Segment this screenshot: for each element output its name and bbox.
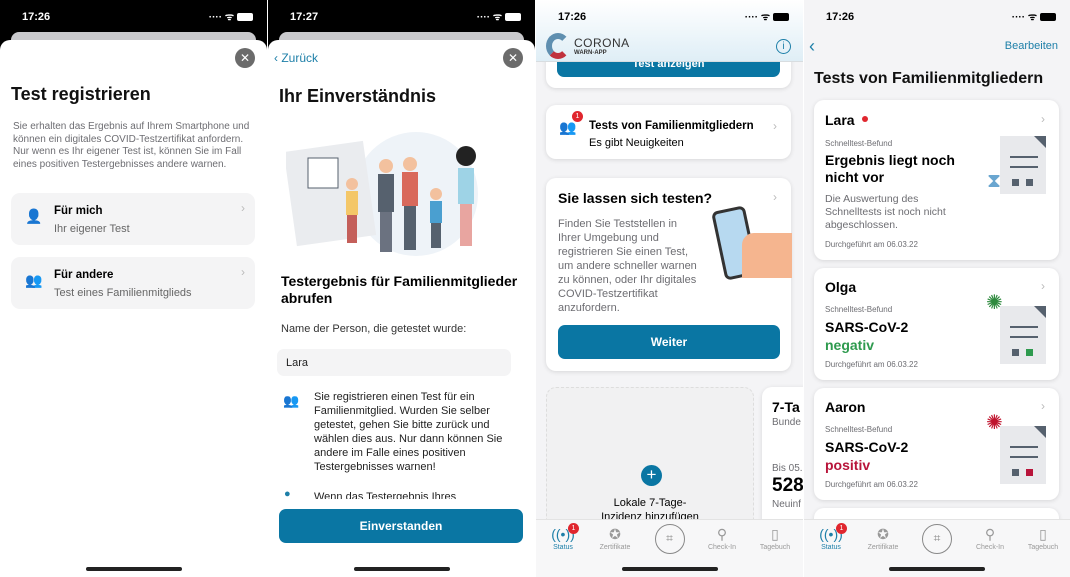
book-icon: ▯: [1039, 526, 1047, 542]
family-illustration: [286, 132, 478, 256]
person-icon: 👤: [25, 208, 43, 224]
scan-qr-button[interactable]: ⌗: [654, 524, 685, 554]
signal-wifi-battery-icon: ···· ᯤ: [477, 9, 521, 23]
tab-zertifikate[interactable]: ✪ Zertifikate: [590, 526, 640, 551]
group-icon: 👥: [283, 393, 300, 408]
page-title: Ihr Einverständnis: [279, 86, 437, 106]
incidence-card[interactable]: 7-Ta Bunde Bis 05. 528 Neuinf: [762, 387, 803, 537]
chevron-right-icon: ›: [773, 119, 777, 133]
tab-check-in[interactable]: ⚲ Check-In: [697, 526, 747, 551]
status-bar: 17:26 ···· ᯤ: [804, 0, 1070, 34]
chevron-right-icon: ›: [241, 201, 245, 215]
home-indicator: [353, 567, 450, 571]
result-positiv: positiv: [825, 457, 871, 473]
option-fuer-andere[interactable]: 👥 Für andere Test eines Familienmitglied…: [11, 257, 255, 309]
edit-button[interactable]: Bearbeiten: [1005, 40, 1058, 52]
test-card-lara[interactable]: Lara › Schnelltest-Befund Ergebnis liegt…: [814, 100, 1059, 260]
unread-dot: [862, 116, 868, 122]
chevron-right-icon: ›: [241, 265, 245, 279]
notification-badge: 1: [836, 523, 847, 534]
tab-bar: ((•)) Status 1 ✪ Zertifikate ⌗ ⚲ Check-In ▯…: [536, 519, 803, 577]
virus-icon: ✺: [986, 412, 1003, 434]
tab-tagebuch[interactable]: ▯ Tagebuch: [1018, 526, 1068, 551]
person-icon: ●: [284, 488, 291, 500]
status-icon: ((•)): [551, 526, 575, 542]
tab-tagebuch[interactable]: ▯ Tagebuch: [750, 526, 800, 551]
location-pin-icon: ⚲: [984, 526, 996, 542]
add-local-incidence-card[interactable]: + Lokale 7-Tage-Inzidenz hinzufügen: [546, 387, 754, 537]
section-title: Testergebnis für Familienmitglieder abru…: [281, 273, 518, 306]
document-icon: [1000, 426, 1046, 484]
chevron-right-icon: ›: [1041, 279, 1045, 293]
status-bar: 17:26 ···· ᯤ: [536, 0, 803, 34]
description: Sie erhalten das Ergebnis auf Ihrem Smar…: [13, 121, 250, 170]
certificate-icon: ✪: [877, 526, 889, 542]
tab-check-in[interactable]: ⚲ Check-In: [965, 526, 1015, 551]
option-fuer-mich[interactable]: 👤 Für mich Ihr eigener Test ›: [11, 193, 255, 245]
home-indicator: [889, 567, 985, 571]
name-label: Name der Person, die getestet wurde:: [281, 323, 467, 335]
app-logo: [546, 33, 570, 59]
einverstanden-button[interactable]: Einverstanden: [279, 509, 523, 543]
virus-icon: ✺: [986, 292, 1003, 314]
status-bar: 17:27 ···· ᯤ: [268, 0, 535, 34]
test-info-card[interactable]: Sie lassen sich testen? › Finden Sie Tes…: [546, 178, 792, 371]
tab-status[interactable]: ((•)) Status: [806, 526, 856, 551]
info-text: Sie registrieren einen Test für ein Fami…: [314, 391, 503, 473]
notification-badge: 1: [568, 523, 579, 534]
scan-qr-button[interactable]: ⌗: [922, 524, 952, 554]
family-tests-card[interactable]: 👥 1 Tests von Familienmitgliedern Es gib…: [546, 105, 791, 159]
info-text-2: Wenn das Testergebnis Ihres: [314, 491, 457, 499]
hand-illustration: [742, 233, 792, 278]
signal-wifi-battery-icon: ···· ᯤ: [1012, 9, 1056, 23]
signal-wifi-battery-icon: ···· ᯤ: [745, 9, 789, 23]
signal-wifi-battery-icon: ···· ᯤ: [209, 9, 253, 23]
tab-status[interactable]: ((•)) Status: [538, 526, 588, 551]
weiter-button[interactable]: Weiter: [558, 325, 780, 359]
test-card-aaron[interactable]: Aaron › Schnelltest-Befund SARS-CoV-2 po…: [814, 388, 1059, 500]
chevron-right-icon: ›: [773, 190, 777, 204]
home-indicator: [85, 567, 182, 571]
page-title: Test registrieren: [11, 84, 151, 104]
test-card-olga[interactable]: Olga › Schnelltest-Befund SARS-CoV-2 neg…: [814, 268, 1059, 380]
result-negativ: negativ: [825, 337, 875, 353]
notification-badge: 1: [572, 111, 583, 122]
app-header: 17:26 ···· ᯤ CORONA WARN-APP i: [536, 0, 803, 62]
modal-sheet: ‹ Zurück ✕ Ihr Einverständnis Testergebn…: [268, 40, 535, 577]
hourglass-icon: ⧗: [987, 170, 1002, 192]
certificate-icon: ✪: [609, 526, 621, 542]
screen-einverstaendnis: 17:27 ···· ᯤ ‹ Zurück ✕ Ihr Einverständni…: [268, 0, 535, 577]
status-icon: ((•)): [819, 526, 843, 542]
document-icon: [1000, 136, 1046, 194]
chevron-right-icon: ›: [1041, 112, 1045, 126]
screen-test-registrieren: 17:26 ···· ᯤ ✕ Test registrieren Sie erha…: [0, 0, 267, 577]
group-icon: 👥: [559, 119, 577, 135]
home-indicator: [621, 567, 718, 571]
plus-icon: +: [641, 465, 662, 486]
back-button[interactable]: ‹ Zurück: [274, 51, 318, 65]
person-name-input[interactable]: [277, 349, 511, 376]
chevron-right-icon: ›: [1041, 399, 1045, 413]
tab-zertifikate[interactable]: ✪ Zertifikate: [858, 526, 908, 551]
page-title: Tests von Familienmitgliedern: [814, 70, 1044, 87]
screen-status-home: 17:26 ···· ᯤ CORONA WARN-APP i Test anzei…: [536, 0, 803, 577]
screen-family-tests: 17:26 ···· ᯤ ‹ Bearbeiten Tests von Famil…: [804, 0, 1070, 577]
tab-bar: ((•)) Status 1 ✪ Zertifikate ⌗ ⚲ Check-In ▯…: [804, 519, 1070, 577]
status-bar: 17:26 ···· ᯤ: [0, 0, 267, 34]
location-pin-icon: ⚲: [716, 526, 728, 542]
document-icon: [1000, 306, 1046, 364]
modal-sheet: ✕ Test registrieren Sie erhalten das Erg…: [0, 40, 267, 577]
book-icon: ▯: [771, 526, 779, 542]
group-icon: 👥: [25, 272, 43, 288]
close-button[interactable]: ✕: [235, 48, 255, 68]
close-button[interactable]: ✕: [503, 48, 523, 68]
info-icon[interactable]: i: [776, 39, 791, 54]
back-button[interactable]: ‹: [809, 36, 815, 57]
